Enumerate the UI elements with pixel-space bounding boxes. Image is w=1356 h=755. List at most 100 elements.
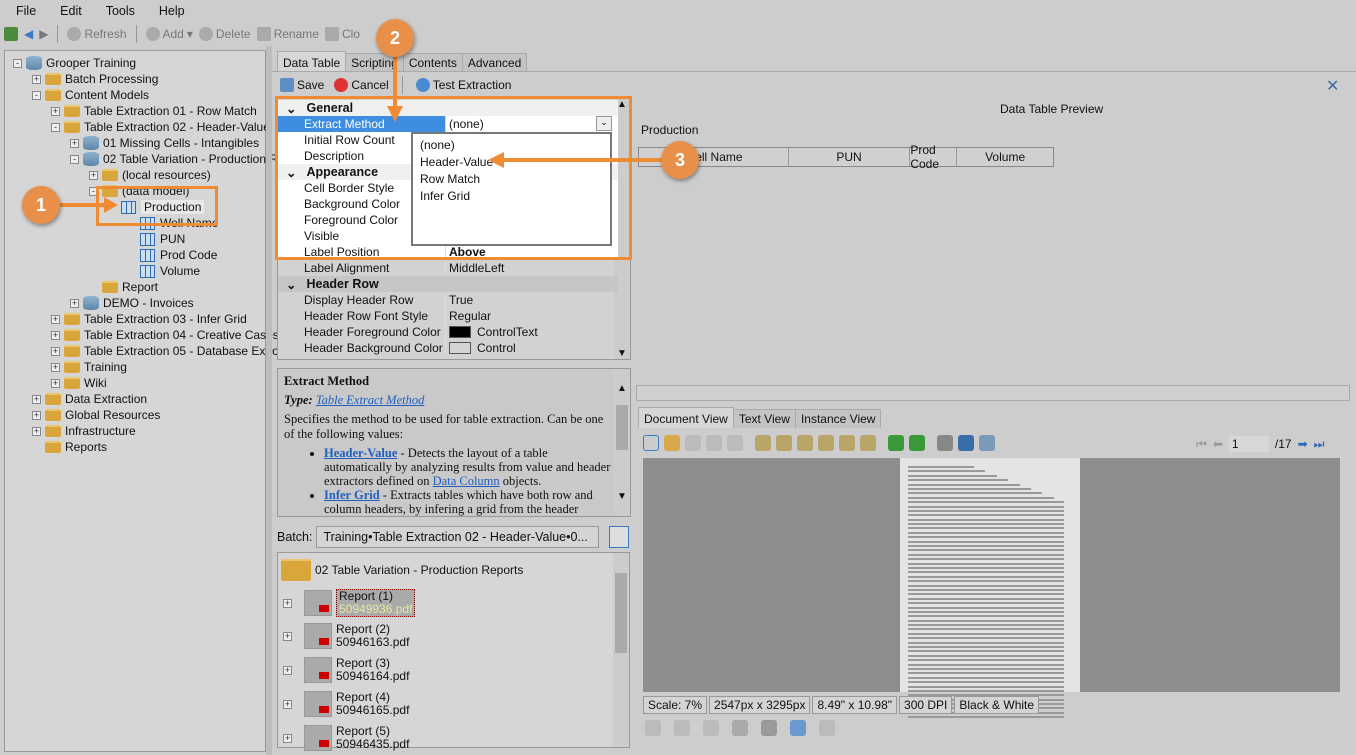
expand-icon[interactable]: +: [283, 665, 292, 675]
tab-document-view[interactable]: Document View: [638, 407, 734, 428]
cancel-button[interactable]: Cancel: [334, 78, 389, 92]
page-input[interactable]: 1: [1228, 436, 1269, 452]
splitter[interactable]: [266, 46, 272, 755]
chevron-down-icon[interactable]: ⌄: [286, 101, 296, 116]
expand-icon[interactable]: +: [32, 74, 41, 84]
first-page-icon[interactable]: ⏮: [1196, 437, 1207, 452]
expand-icon[interactable]: +: [51, 362, 60, 372]
refresh-button[interactable]: Refresh: [67, 27, 127, 41]
collapse-icon[interactable]: -: [51, 122, 60, 132]
tree-node[interactable]: - Table Extraction 02 - Header-Value: [51, 119, 270, 135]
expand-icon[interactable]: +: [51, 346, 60, 356]
tree-node[interactable]: - Content Models: [32, 87, 149, 103]
zoom-out-icon[interactable]: [776, 435, 792, 451]
property-value[interactable]: (none): [449, 117, 484, 131]
property-row[interactable]: Header Background Color Control: [278, 340, 618, 356]
last-page-icon[interactable]: ⏭: [1314, 437, 1325, 452]
tab-instance-view[interactable]: Instance View: [794, 409, 882, 428]
tree-node[interactable]: +01 Missing Cells - Intangibles: [70, 135, 259, 151]
expand-icon[interactable]: +: [70, 138, 79, 148]
horizontal-scrollbar[interactable]: [636, 385, 1350, 401]
menu-edit[interactable]: Edit: [60, 4, 82, 18]
expand-icon[interactable]: +: [283, 631, 292, 641]
option-row-match[interactable]: Row Match: [420, 172, 603, 189]
chevron-down-icon[interactable]: ⌄: [286, 277, 296, 292]
undo-icon[interactable]: [819, 720, 835, 736]
add-region-icon[interactable]: [685, 435, 701, 451]
back-icon[interactable]: ◀: [24, 27, 33, 41]
property-row[interactable]: Label Alignment MiddleLeft: [278, 260, 618, 276]
image-tool-icon[interactable]: [674, 720, 690, 736]
expand-icon[interactable]: +: [51, 378, 60, 388]
column-header[interactable]: PUN: [789, 148, 911, 166]
print-icon[interactable]: [937, 435, 953, 451]
refresh-image-icon[interactable]: [790, 720, 806, 736]
rotate-left-icon[interactable]: [888, 435, 904, 451]
property-value[interactable]: ControlText: [477, 325, 538, 339]
tree-node[interactable]: + Table Extraction 03 - Infer Grid: [51, 311, 247, 327]
next-page-icon[interactable]: ➡: [1298, 437, 1308, 451]
property-value[interactable]: Control: [477, 341, 516, 355]
tree-node[interactable]: + Wiki: [51, 375, 107, 391]
expand-icon[interactable]: +: [283, 699, 292, 709]
fit-height-icon[interactable]: [860, 435, 876, 451]
save-image-icon[interactable]: [958, 435, 974, 451]
expand-icon[interactable]: +: [51, 330, 60, 340]
column-header[interactable]: Volume: [957, 148, 1053, 166]
tree-node[interactable]: + Table Extraction 01 - Row Match: [51, 103, 257, 119]
expand-icon[interactable]: +: [89, 170, 98, 180]
batch-document[interactable]: + Report (1) 50949936.pdf: [283, 589, 416, 617]
menu-file[interactable]: File: [16, 4, 36, 18]
image-tool-icon[interactable]: [645, 720, 661, 736]
tab-advanced[interactable]: Advanced: [461, 53, 528, 72]
help-link-data-column[interactable]: Data Column: [433, 474, 500, 488]
batch-view-button[interactable]: [609, 526, 630, 548]
collapse-icon[interactable]: -: [13, 58, 22, 68]
tree-node[interactable]: + Table Extraction 04 - Creative Cases: [51, 327, 279, 343]
save-button[interactable]: Save: [280, 78, 324, 92]
tab-data-table[interactable]: Data Table: [277, 51, 347, 72]
clone-button[interactable]: Clo: [324, 27, 360, 41]
column-header[interactable]: Prod Code: [910, 143, 958, 171]
rename-button[interactable]: Rename: [256, 27, 319, 41]
expand-icon[interactable]: +: [51, 314, 60, 324]
zoom-in-icon[interactable]: [755, 435, 771, 451]
property-value[interactable]: Regular: [449, 309, 491, 323]
tab-contents[interactable]: Contents: [402, 53, 463, 72]
crop-icon[interactable]: [761, 720, 777, 736]
option-none[interactable]: (none): [420, 138, 603, 155]
batch-scrollbar[interactable]: [613, 553, 629, 747]
dropdown-button[interactable]: ⌄: [596, 116, 612, 131]
property-value[interactable]: Above: [449, 245, 486, 259]
batch-document[interactable]: + Report (4) 50946165.pdf: [283, 691, 409, 717]
menu-help[interactable]: Help: [159, 4, 185, 18]
test-extraction-button[interactable]: Test Extraction: [415, 78, 511, 92]
batch-document[interactable]: + Report (5) 50946435.pdf: [283, 725, 409, 751]
property-value[interactable]: True: [449, 293, 473, 307]
settings-icon[interactable]: [979, 435, 995, 451]
tree-node[interactable]: Volume: [127, 263, 200, 279]
tree-node[interactable]: PUN: [127, 231, 185, 247]
menu-tools[interactable]: Tools: [106, 4, 135, 18]
chevron-down-icon[interactable]: ⌄: [286, 165, 296, 180]
actual-size-icon[interactable]: [797, 435, 813, 451]
previous-page-icon[interactable]: ⬅: [1213, 437, 1223, 451]
batch-folder[interactable]: 02 Table Variation - Production Reports: [281, 559, 523, 581]
select-icon[interactable]: [643, 435, 659, 451]
expand-icon[interactable]: +: [32, 394, 41, 404]
tree-node[interactable]: + Training: [51, 359, 127, 375]
tab-text-view[interactable]: Text View: [732, 409, 796, 428]
fit-page-icon[interactable]: [818, 435, 834, 451]
zoom-region-icon[interactable]: [706, 435, 722, 451]
tree-node[interactable]: + Data Extraction: [32, 391, 147, 407]
option-infer-grid[interactable]: Infer Grid: [420, 189, 603, 206]
tree-node[interactable]: + (local resources): [89, 167, 211, 183]
expand-icon[interactable]: +: [283, 733, 292, 743]
tree-node[interactable]: + Table Extraction 05 - Database Expor: [51, 343, 283, 359]
expand-icon[interactable]: +: [51, 106, 60, 116]
property-row[interactable]: Header Row Font Style Regular: [278, 308, 618, 324]
help-link-infer-grid[interactable]: Infer Grid: [324, 488, 380, 502]
expand-icon[interactable]: +: [283, 598, 292, 608]
tree-node[interactable]: + DEMO - Invoices: [70, 295, 194, 311]
zoom-page-icon[interactable]: [727, 435, 743, 451]
